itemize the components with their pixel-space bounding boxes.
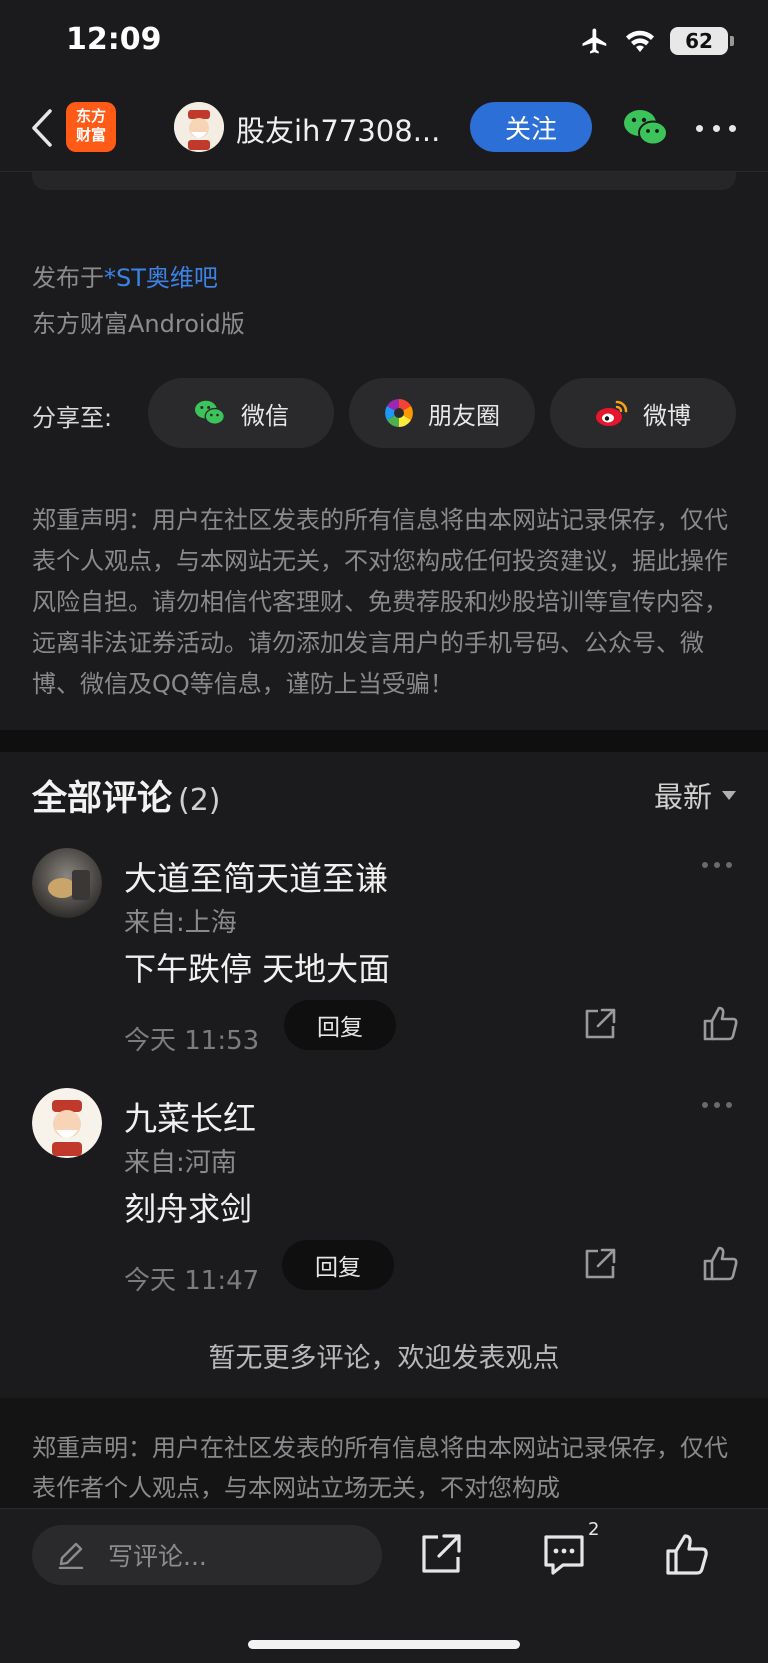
commenter-location: 来自:上海: [124, 908, 237, 938]
comment-text: 刻舟求剑: [124, 1190, 253, 1228]
airplane-mode-icon: [582, 28, 607, 54]
share-wechat-label: 微信: [241, 401, 289, 430]
comment-item: 大道至简天道至谦 来自:上海 下午跌停 天地大面 今天 11:53 回复: [0, 848, 768, 1088]
post-forum-line: 发布于*ST奥维吧: [32, 258, 218, 293]
more-dot: [714, 1102, 720, 1108]
share-row: 分享至: 微信 朋友圈 微博: [32, 378, 736, 450]
more-dot: [726, 1102, 732, 1108]
comment-input[interactable]: 写评论...: [32, 1525, 382, 1585]
disclaimer-top: 郑重声明：用户在社区发表的所有信息将由本网站记录保存，仅代表个人观点，与本网站无…: [32, 506, 728, 698]
status-time: 12:09: [66, 22, 162, 57]
wifi-icon: [626, 30, 654, 52]
status-icons: 62: [580, 26, 734, 56]
disclaimer-bottom-band: 郑重声明：用户在社区发表的所有信息将由本网站记录保存，仅代表作者个人观点，与本网…: [0, 1398, 768, 1508]
thumbs-up-icon[interactable]: [664, 1531, 710, 1577]
weibo-icon: [596, 400, 628, 426]
comments-header: 全部评论 (2): [32, 770, 221, 821]
more-dot: [696, 124, 703, 132]
more-options-button[interactable]: [696, 114, 736, 142]
more-dot: [726, 862, 732, 868]
comments-count: (2): [178, 783, 221, 818]
commenter-name[interactable]: 大道至简天道至谦: [124, 852, 388, 900]
forum-prefix: 发布于: [32, 264, 104, 292]
back-button[interactable]: [22, 104, 62, 152]
status-bar: 12:09 62: [0, 0, 768, 84]
share-icon[interactable]: [418, 1531, 464, 1577]
thumbs-up-icon[interactable]: [702, 1244, 738, 1282]
no-more-comments: 暂无更多评论，欢迎发表观点: [208, 1343, 560, 1374]
comment-more-button[interactable]: [702, 1102, 732, 1110]
share-wechat-button[interactable]: 微信: [148, 378, 334, 448]
more-dot: [712, 124, 720, 132]
more-dot: [702, 862, 708, 868]
logo-line-1: 东方: [75, 107, 106, 125]
sort-dropdown[interactable]: 最新: [654, 774, 736, 816]
share-label: 分享至:: [32, 404, 113, 432]
share-icon[interactable]: [582, 1006, 618, 1042]
share-moments-label: 朋友圈: [428, 401, 500, 430]
fortune-god-avatar-icon: [174, 102, 224, 152]
caret-down-icon: [722, 790, 736, 800]
post-client: 东方财富Android版: [32, 310, 245, 338]
post-card-bottom-edge: [32, 172, 736, 190]
share-icon[interactable]: [582, 1246, 618, 1282]
share-moments-button[interactable]: 朋友圈: [349, 378, 535, 448]
home-indicator: [248, 1640, 520, 1649]
comment-item: 九菜长红 来自:河南 刻舟求剑 今天 11:47 回复: [0, 1088, 768, 1328]
chevron-left-icon: [32, 109, 52, 147]
more-dot: [729, 124, 736, 132]
wechat-icon: [195, 400, 225, 425]
section-divider: [0, 730, 768, 752]
reply-button[interactable]: 回复: [282, 1240, 394, 1290]
pencil-icon: [58, 1542, 84, 1569]
commenter-avatar[interactable]: [32, 1088, 102, 1158]
commenter-avatar[interactable]: [32, 848, 102, 918]
wechat-icon: [624, 110, 668, 146]
logo-line-2: 财富: [75, 126, 106, 144]
more-dot: [702, 1102, 708, 1108]
comment-bubble-icon[interactable]: [541, 1531, 587, 1577]
top-nav-bar: 东方 财富 股友ih77308... 关注: [0, 84, 768, 172]
author-avatar[interactable]: [174, 102, 224, 152]
sort-label: 最新: [653, 780, 712, 814]
comment-time: 今天 11:53: [124, 1026, 260, 1056]
comment-text: 下午跌停 天地大面: [124, 950, 391, 988]
moments-icon: [385, 399, 413, 427]
more-dot: [714, 862, 720, 868]
commenter-name[interactable]: 九菜长红: [124, 1092, 256, 1140]
comments-title: 全部评论: [32, 779, 173, 819]
commenter-location: 来自:河南: [124, 1148, 237, 1178]
forum-link[interactable]: *ST奥维吧: [104, 264, 218, 292]
thumbs-up-icon[interactable]: [702, 1004, 738, 1042]
comment-time: 今天 11:47: [124, 1266, 260, 1296]
follow-button[interactable]: 关注: [470, 102, 592, 152]
share-weibo-button[interactable]: 微博: [550, 378, 736, 448]
comment-more-button[interactable]: [702, 862, 732, 870]
battery-indicator: 62: [670, 27, 734, 55]
fortune-god-avatar-icon: [32, 1088, 102, 1158]
disclaimer-bottom: 郑重声明：用户在社区发表的所有信息将由本网站记录保存，仅代表作者个人观点，与本网…: [32, 1434, 728, 1502]
reply-button[interactable]: 回复: [284, 1000, 396, 1050]
comment-count-badge: 2: [588, 1519, 600, 1540]
wechat-share-button[interactable]: [622, 106, 670, 150]
photo-avatar-icon: [32, 848, 102, 918]
author-name[interactable]: 股友ih77308...: [236, 108, 446, 150]
comment-input-placeholder: 写评论...: [108, 1542, 207, 1571]
eastmoney-logo[interactable]: 东方 财富: [66, 102, 116, 152]
share-weibo-label: 微博: [643, 401, 691, 430]
